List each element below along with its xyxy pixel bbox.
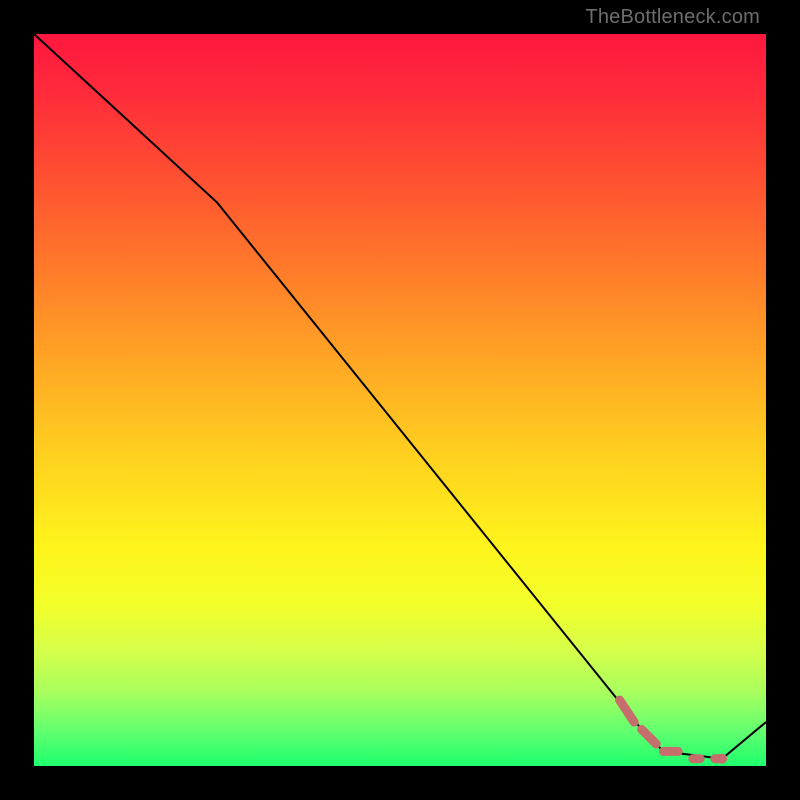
plot-area <box>34 34 766 766</box>
dashed-highlight <box>620 700 723 759</box>
watermark-text: TheBottleneck.com <box>585 6 760 29</box>
main-curve <box>34 34 766 759</box>
end-point-marker <box>717 754 727 764</box>
chart-svg <box>34 34 766 766</box>
chart-frame: TheBottleneck.com <box>0 0 800 800</box>
